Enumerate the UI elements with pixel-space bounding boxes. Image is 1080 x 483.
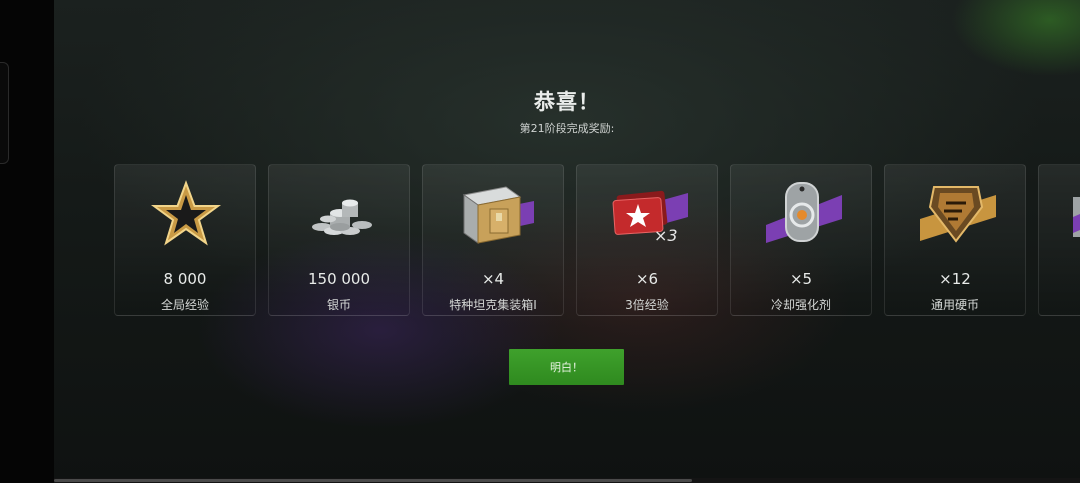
reward-card-tank-container: ×4 特种坦克集装箱I (422, 164, 564, 316)
reward-dialog-screen: 恭喜！ 第21阶段完成奖励: 8 000 全局经验 150 000 银币 ×4 … (0, 0, 1080, 483)
reward-card-universal-coin: ×12 通用硬币 (884, 164, 1026, 316)
dialog-subtitle: 第21阶段完成奖励: (519, 122, 615, 135)
reward-label: 3倍经验 (625, 298, 669, 312)
tank-container-icon (462, 186, 534, 244)
universal-coin-icon (920, 186, 996, 243)
partial-reward-icon (1073, 197, 1080, 237)
horizontal-scrollbar-thumb[interactable] (54, 479, 692, 482)
reward-count: 150 000 (307, 270, 371, 288)
reward-label: 银币 (326, 298, 351, 312)
reward-card-partial: 轻中 (1038, 164, 1080, 316)
reward-card-triple-xp: ×3 ×6 3倍经验 (576, 164, 718, 316)
reward-label: 全局经验 (160, 298, 209, 312)
reward-card-silver: 150 000 银币 (268, 164, 410, 316)
reward-label: 冷却强化剂 (770, 298, 831, 312)
reward-count: ×12 (939, 270, 971, 288)
reward-count: ×6 (635, 270, 659, 288)
gold-star-icon (150, 180, 222, 246)
reward-label: 特种坦克集装箱I (449, 298, 537, 312)
cooldown-booster-icon (766, 182, 842, 243)
reward-count: 8 000 (163, 270, 207, 288)
svg-text:×3: ×3 (654, 226, 678, 245)
reward-label: 轻中 (1039, 296, 1080, 313)
reward-card-global-xp: 8 000 全局经验 (114, 164, 256, 316)
reward-label: 通用硬币 (930, 298, 979, 312)
confirm-button[interactable]: 明白！ (509, 349, 624, 385)
reward-count: ×4 (481, 270, 505, 288)
reward-card-cooldown-booster: ×5 冷却强化剂 (730, 164, 872, 316)
silver-coins-icon (312, 199, 372, 235)
reward-count: ×5 (789, 270, 813, 288)
dialog-title: 恭喜！ (534, 90, 600, 114)
triple-xp-icon: ×3 (612, 190, 688, 245)
